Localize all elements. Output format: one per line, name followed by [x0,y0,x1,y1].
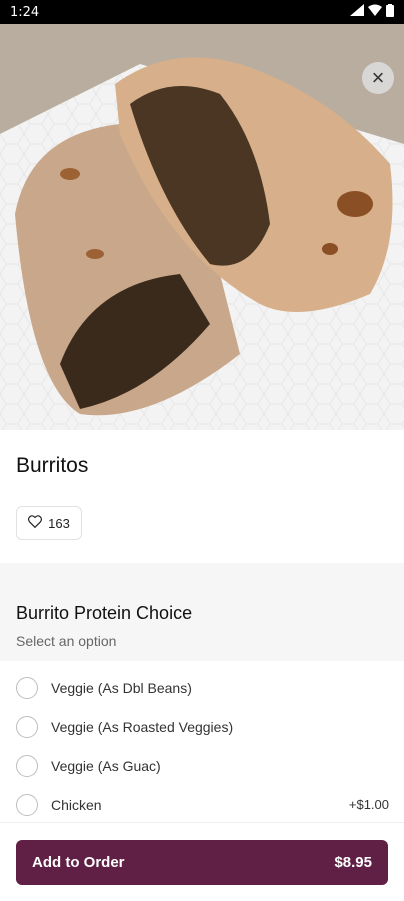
option-group-header: Burrito Protein Choice Select an option [0,563,404,661]
option-row[interactable]: Chicken +$1.00 [0,785,404,824]
status-icons [350,3,394,21]
item-photo: × [0,24,404,430]
option-group-title: Burrito Protein Choice [16,603,193,623]
heart-icon [28,515,43,531]
option-price: +$1.00 [348,797,389,812]
footer-bar: Add to Order $8.95 [0,822,404,901]
option-row[interactable]: Veggie (As Dbl Beans) [0,668,404,707]
option-label: Veggie (As Dbl Beans) [51,679,192,696]
close-icon: × [371,65,385,90]
order-total: $8.95 [334,854,372,871]
battery-icon [386,3,394,21]
signal-icon [350,4,364,20]
like-count: 163 [48,515,70,531]
option-list: Veggie (As Dbl Beans) Veggie (As Roasted… [0,668,404,824]
radio-button[interactable] [16,715,38,738]
option-row[interactable]: Veggie (As Roasted Veggies) [0,707,404,746]
add-to-order-button[interactable]: Add to Order $8.95 [16,840,388,885]
option-label: Veggie (As Guac) [51,757,161,774]
option-row[interactable]: Veggie (As Guac) [0,746,404,785]
radio-button[interactable] [16,676,38,699]
like-button[interactable]: 163 [16,506,82,540]
item-title: Burritos [16,454,89,477]
option-group-subtitle: Select an option [16,633,117,649]
wifi-icon [368,4,382,20]
status-time: 1:24 [10,4,40,20]
close-button[interactable]: × [362,62,394,94]
radio-button[interactable] [16,793,38,816]
option-label: Veggie (As Roasted Veggies) [51,718,234,735]
status-bar: 1:24 [0,0,404,24]
add-to-order-label: Add to Order [32,854,125,871]
option-label: Chicken [51,796,102,813]
radio-button[interactable] [16,754,38,777]
